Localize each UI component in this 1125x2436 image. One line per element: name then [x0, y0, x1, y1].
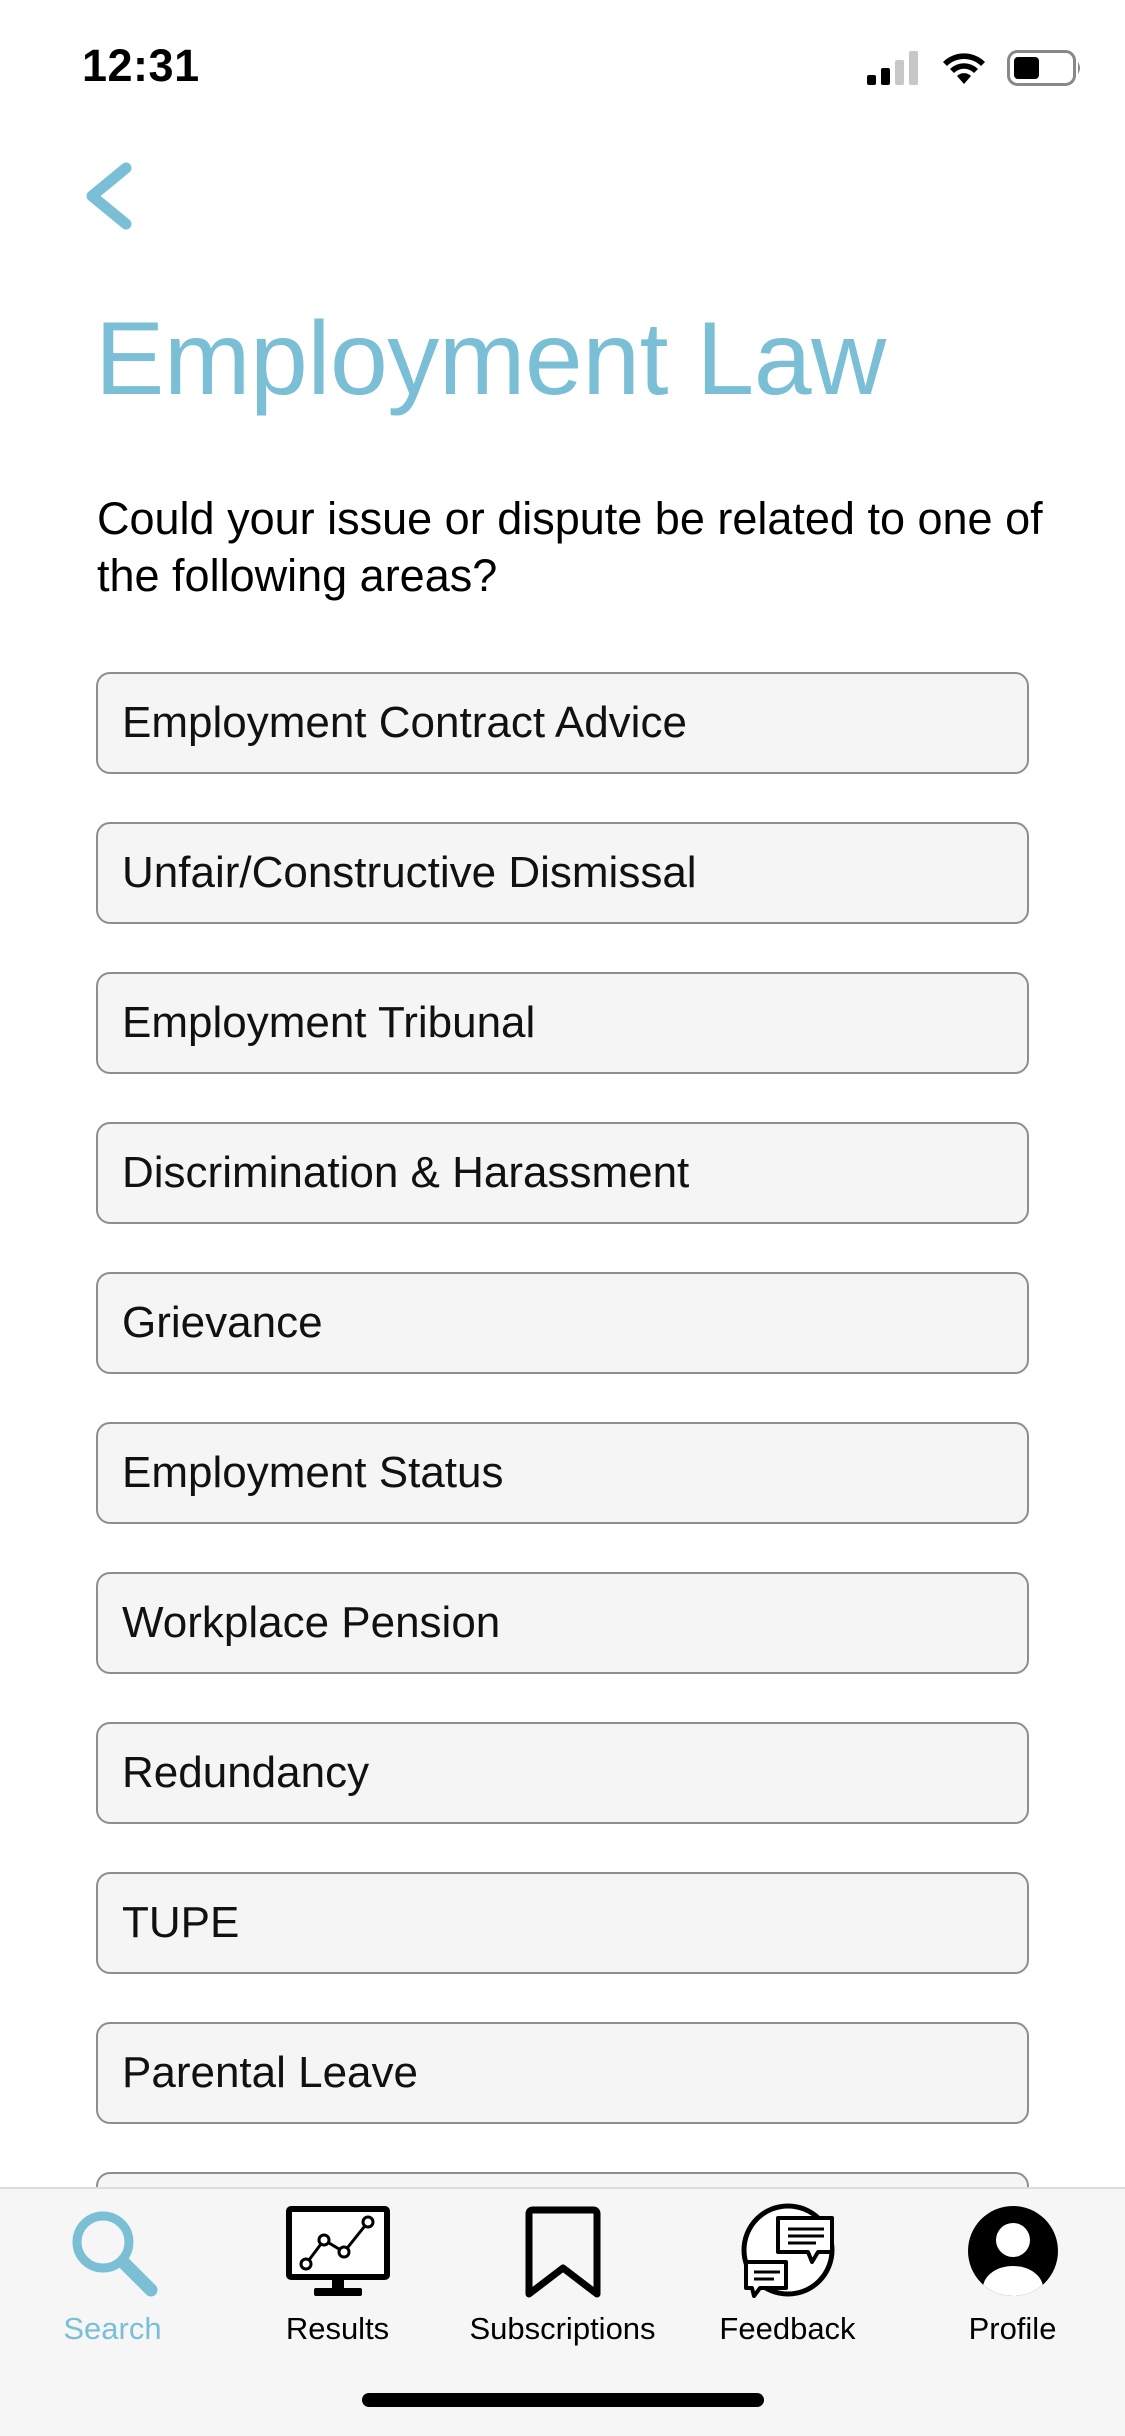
tab-subscriptions[interactable]: Subscriptions: [450, 2199, 675, 2349]
option-tupe[interactable]: TUPE: [96, 1872, 1029, 1974]
page-title: Employment Law: [95, 301, 886, 417]
profile-avatar-icon: [966, 2204, 1060, 2303]
tab-feedback-label: Feedback: [719, 2311, 856, 2346]
tab-profile[interactable]: Profile: [900, 2199, 1125, 2349]
tab-results[interactable]: Results: [225, 2199, 450, 2349]
feedback-chat-icon: [738, 2202, 838, 2303]
status-time: 12:31: [82, 40, 200, 91]
option-employment-contract-advice[interactable]: Employment Contract Advice: [96, 672, 1029, 774]
option-redundancy[interactable]: Redundancy: [96, 1722, 1029, 1824]
tab-feedback[interactable]: Feedback: [675, 2199, 900, 2349]
wifi-icon: [941, 51, 987, 90]
option-employment-tribunal[interactable]: Employment Tribunal: [96, 972, 1029, 1074]
status-icons: [867, 50, 1083, 91]
tab-search[interactable]: Search: [0, 2199, 225, 2349]
option-grievance[interactable]: Grievance: [96, 1272, 1029, 1374]
bookmark-icon: [521, 2206, 605, 2303]
back-button[interactable]: [78, 160, 142, 232]
cellular-signal-icon: [867, 51, 921, 90]
option-employment-status[interactable]: Employment Status: [96, 1422, 1029, 1524]
results-chart-icon: [285, 2206, 390, 2303]
option-unfair-constructive-dismissal[interactable]: Unfair/Constructive Dismissal: [96, 822, 1029, 924]
option-next-partially-visible[interactable]: [96, 2172, 1029, 2188]
tab-results-label: Results: [285, 2311, 390, 2346]
option-parental-leave[interactable]: Parental Leave: [96, 2022, 1029, 2124]
home-indicator: [362, 2393, 764, 2407]
battery-icon: [1007, 50, 1083, 91]
tab-subscriptions-label: Subscriptions: [469, 2311, 656, 2346]
chevron-left-icon: [78, 162, 142, 236]
tab-profile-label: Profile: [968, 2311, 1057, 2346]
tab-search-label: Search: [63, 2311, 162, 2346]
question-text: Could your issue or dispute be related t…: [97, 493, 1043, 601]
search-icon: [67, 2206, 159, 2303]
option-discrimination-harassment[interactable]: Discrimination & Harassment: [96, 1122, 1029, 1224]
options-list: Employment Contract Advice Unfair/Constr…: [96, 672, 1029, 2188]
option-workplace-pension[interactable]: Workplace Pension: [96, 1572, 1029, 1674]
status-bar: 12:31: [0, 0, 1125, 132]
